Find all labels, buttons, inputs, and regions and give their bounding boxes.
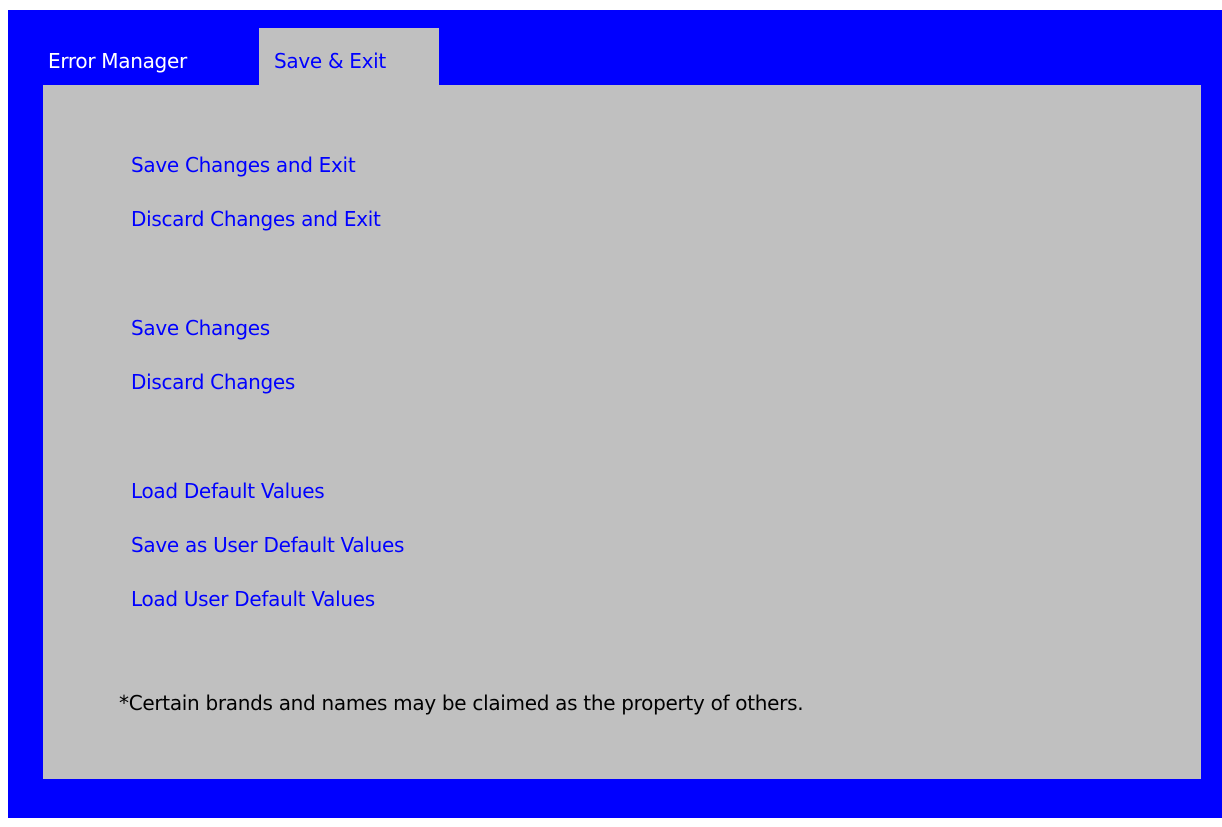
trademark-footnote: *Certain brands and names may be claimed… — [119, 691, 804, 715]
tab-error-manager[interactable]: Error Manager — [48, 28, 258, 86]
save-changes-option[interactable]: Save Changes — [131, 316, 270, 340]
save-exit-panel: Save Changes and Exit Discard Changes an… — [43, 85, 1201, 779]
discard-changes-and-exit-option[interactable]: Discard Changes and Exit — [131, 207, 381, 231]
tab-bar: Error Manager Save & Exit — [8, 28, 1222, 86]
save-as-user-default-values-option[interactable]: Save as User Default Values — [131, 533, 404, 557]
save-changes-and-exit-option[interactable]: Save Changes and Exit — [131, 153, 356, 177]
load-default-values-option[interactable]: Load Default Values — [131, 479, 325, 503]
bios-setup-screen: Error Manager Save & Exit Save Changes a… — [8, 10, 1222, 818]
tab-save-and-exit[interactable]: Save & Exit — [259, 28, 439, 86]
load-user-default-values-option[interactable]: Load User Default Values — [131, 587, 375, 611]
discard-changes-option[interactable]: Discard Changes — [131, 370, 295, 394]
